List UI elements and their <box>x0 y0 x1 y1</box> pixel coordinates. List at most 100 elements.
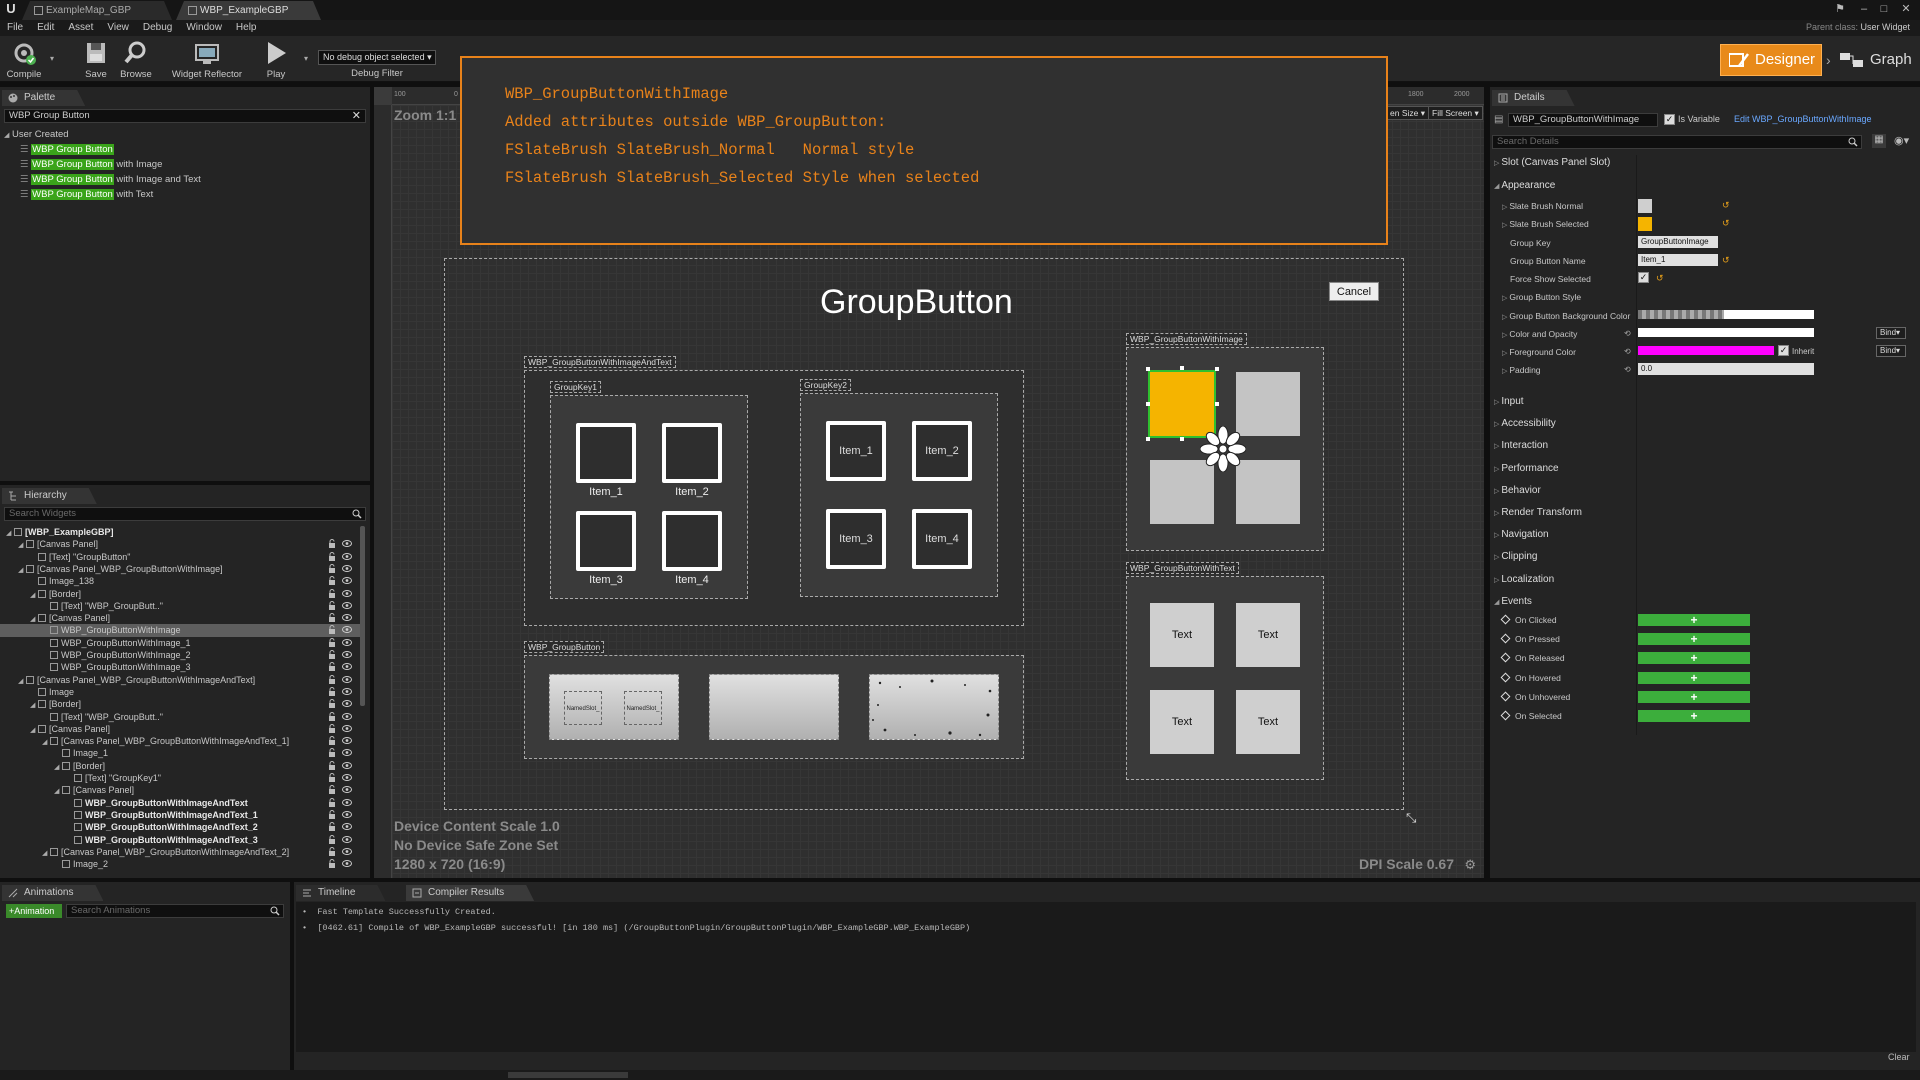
lock-icon[interactable] <box>328 650 336 659</box>
lock-icon[interactable] <box>328 563 336 573</box>
add-event-button[interactable]: + <box>1638 671 1750 684</box>
lock-icon[interactable] <box>328 859 336 869</box>
compile-options-chevron-icon[interactable]: ▾ <box>46 36 58 82</box>
section-collapsed[interactable]: ▷ Performance <box>1494 463 1559 474</box>
prop-color-and-opacity[interactable]: ▷ Color and Opacity <box>1502 329 1577 339</box>
prop-padding[interactable]: ▷ Padding <box>1502 365 1541 375</box>
tab-examplemap[interactable]: ExampleMap_GBP <box>22 1 172 20</box>
visibility-eye-icon[interactable] <box>342 663 352 671</box>
section-collapsed[interactable]: ▷ Navigation <box>1494 529 1549 540</box>
minimize-icon[interactable]: – <box>1856 2 1872 16</box>
item-button[interactable]: Item_2 <box>912 421 972 481</box>
text-button[interactable]: Text <box>1236 603 1300 667</box>
visibility-eye-icon[interactable] <box>342 749 352 757</box>
edit-widget-link[interactable]: Edit WBP_GroupButtonWithImage <box>1734 114 1872 124</box>
hierarchy-row[interactable]: ◢ [WBP_ExampleGBP] <box>0 526 360 538</box>
lock-icon[interactable] <box>328 785 336 795</box>
lock-icon[interactable] <box>328 613 336 623</box>
hierarchy-row[interactable]: [Text] "GroupButton" <box>0 551 360 563</box>
item-button[interactable]: Item_1 <box>826 421 886 481</box>
visibility-eye-icon[interactable] <box>342 724 352 732</box>
tab-compiler-results[interactable]: Compiler Results <box>406 885 534 901</box>
visibility-eye-icon[interactable] <box>342 847 352 855</box>
maximize-icon[interactable]: □ <box>1876 2 1892 16</box>
anchor-flower-icon[interactable] <box>1200 426 1246 472</box>
hierarchy-row[interactable]: WBP_GroupButtonWithImageAndText_1 <box>0 809 360 821</box>
item-button[interactable] <box>576 511 636 571</box>
menu-asset[interactable]: Asset <box>61 20 100 36</box>
hierarchy-row[interactable]: WBP_GroupButtonWithImageAndText_2 <box>0 821 360 833</box>
prop-foreground-color[interactable]: ▷ Foreground Color <box>1502 347 1576 357</box>
visibility-eye-icon[interactable] <box>342 761 352 769</box>
prop-group-button-bg-color[interactable]: ▷ Group Button Background Color <box>1502 311 1630 321</box>
hierarchy-row[interactable]: ◢ [Canvas Panel] <box>0 612 360 624</box>
view-options-eye-icon[interactable]: ◉▾ <box>1894 134 1909 147</box>
save-button[interactable]: Save <box>78 36 114 82</box>
palette-item[interactable]: ☰ WBP Group Button with Text <box>20 187 153 202</box>
property-matrix-icon[interactable]: ▦ <box>1872 134 1886 148</box>
visibility-eye-icon[interactable] <box>342 651 352 658</box>
hierarchy-row[interactable]: [Text] "WBP_GroupButt.." <box>0 711 360 723</box>
tab-details[interactable]: Details <box>1492 90 1575 106</box>
visibility-eye-icon[interactable] <box>342 737 352 745</box>
visibility-eye-icon[interactable] <box>342 552 352 560</box>
lock-icon[interactable] <box>328 637 336 647</box>
add-event-button[interactable]: + <box>1638 710 1750 722</box>
reset-arrow-icon[interactable]: ↺ <box>1722 255 1730 266</box>
lock-icon[interactable] <box>328 686 336 696</box>
visibility-eye-icon[interactable] <box>342 786 352 794</box>
tab-hierarchy[interactable]: Hierarchy <box>2 488 97 504</box>
selection-handle[interactable] <box>1180 366 1184 370</box>
item-button[interactable] <box>662 511 722 571</box>
palette-item[interactable]: ☰ WBP Group Button with Image and Text <box>20 172 201 187</box>
hierarchy-row[interactable]: Image_1 <box>0 747 360 759</box>
text-button[interactable]: Text <box>1150 690 1214 754</box>
section-appearance[interactable]: ◢ Appearance <box>1494 180 1555 191</box>
visibility-eye-icon[interactable] <box>342 860 352 868</box>
group-button-instance[interactable]: NamedSlot_ NamedSlot_ <box>549 674 679 740</box>
visibility-eye-icon[interactable] <box>342 700 352 708</box>
prop-slate-brush-normal[interactable]: ▷ Slate Brush Normal <box>1502 201 1583 211</box>
add-event-button[interactable]: + <box>1638 690 1750 703</box>
menu-window[interactable]: Window <box>179 20 229 36</box>
lock-icon[interactable] <box>328 773 336 782</box>
lock-icon[interactable] <box>328 576 336 586</box>
hierarchy-row[interactable]: ◢ [Border] <box>0 698 360 710</box>
widget-label[interactable]: WBP_GroupButtonWithImageAndText <box>524 356 676 368</box>
cancel-button[interactable]: Cancel <box>1329 282 1379 301</box>
tab-wbp-example[interactable]: WBP_ExampleGBP <box>176 1 321 20</box>
visibility-eye-icon[interactable] <box>342 577 352 585</box>
menu-help[interactable]: Help <box>229 20 264 36</box>
lock-icon[interactable] <box>328 834 336 844</box>
visibility-eye-icon[interactable] <box>342 638 352 646</box>
section-collapsed[interactable]: ▷ Behavior <box>1494 485 1541 496</box>
lock-icon[interactable] <box>328 797 336 807</box>
text-button[interactable]: Text <box>1236 690 1300 754</box>
widget-reflector-button[interactable]: Widget Reflector <box>170 36 244 82</box>
dpi-settings-gear-icon[interactable]: ⚙ <box>1464 857 1476 873</box>
hierarchy-row[interactable]: Image_2 <box>0 858 360 870</box>
hierarchy-row[interactable]: [Text] "GroupKey1" <box>0 772 360 784</box>
selection-handle[interactable] <box>1146 402 1150 406</box>
hierarchy-row[interactable]: ◢ [Canvas Panel_WBP_GroupButtonWithImageA… <box>0 846 360 858</box>
lock-icon[interactable] <box>328 699 336 709</box>
visibility-eye-icon[interactable] <box>342 564 352 572</box>
hierarchy-row[interactable]: ◢ [Border] <box>0 760 360 772</box>
graph-mode-button[interactable]: Graph <box>1840 44 1912 76</box>
lock-icon[interactable] <box>328 736 336 746</box>
visibility-eye-icon[interactable] <box>342 601 352 609</box>
clear-log-button[interactable]: Clear <box>1888 1052 1910 1062</box>
named-slot[interactable]: NamedSlot_ <box>564 691 602 725</box>
play-options-chevron-icon[interactable]: ▾ <box>300 36 312 82</box>
hierarchy-row[interactable]: ◢ [Border] <box>0 588 360 600</box>
section-events[interactable]: ◢ Events <box>1494 596 1532 607</box>
menu-debug[interactable]: Debug <box>136 20 179 36</box>
lock-icon[interactable] <box>328 748 336 758</box>
menu-view[interactable]: View <box>100 20 136 36</box>
clear-search-icon[interactable]: ✕ <box>352 110 361 122</box>
visibility-eye-icon[interactable] <box>342 675 352 683</box>
hierarchy-row[interactable]: Image_138 <box>0 575 360 587</box>
slate-brush-selected-swatch[interactable] <box>1638 217 1652 231</box>
group-key-label[interactable]: GroupKey2 <box>800 379 851 391</box>
bind-button[interactable]: Bind▾ <box>1876 327 1906 339</box>
